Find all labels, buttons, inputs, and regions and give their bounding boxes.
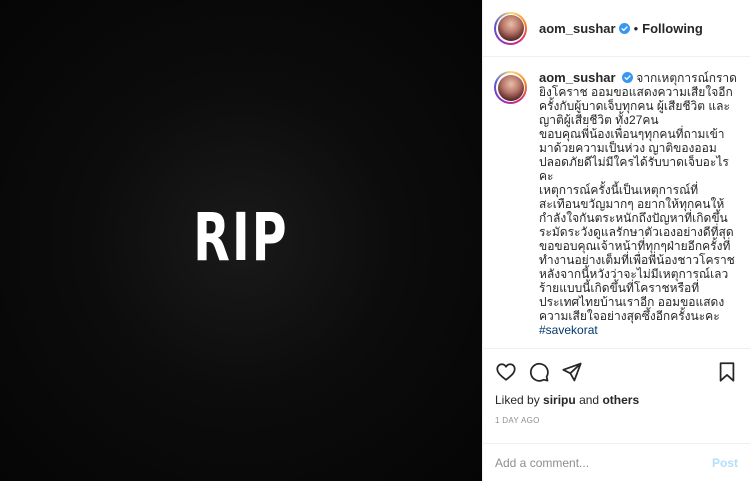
liked-by-others-link[interactable]: others [602,393,639,407]
post-actions: Liked by siripu and others 1 DAY AGO [483,348,750,425]
liked-by-user-link[interactable]: siripu [543,393,576,407]
caption-text: จากเหตุการณ์กราดยิงโคราช ออมขอแสดงความเส… [539,71,737,323]
instagram-post: RIP aom_sushar • Following aom_sushar จา… [0,0,750,481]
caption: aom_sushar จากเหตุการณ์กราดยิงโคราช ออมข… [494,71,738,348]
post-date[interactable]: 1 DAY AGO [495,416,738,425]
caption-avatar-frame [496,73,525,102]
likes-prefix: Liked by [495,393,540,407]
action-icons-row [495,355,738,389]
header-separator: • [633,20,639,36]
caption-avatar-photo [497,74,524,101]
post-image[interactable]: RIP [0,0,482,481]
following-button[interactable]: Following [642,21,703,36]
bookmark-icon[interactable] [716,361,738,383]
share-icon[interactable] [561,361,583,383]
likes-conj: and [579,393,600,407]
hashtag-link[interactable]: #savekorat [539,323,738,337]
comments-section: aom_sushar จากเหตุการณ์กราดยิงโคราช ออมข… [483,57,750,348]
post-comment-button[interactable]: Post [712,456,738,470]
likes-summary: Liked by siripu and others [495,393,738,407]
caption-avatar[interactable] [494,71,527,104]
comment-input[interactable] [495,455,712,470]
comment-icon[interactable] [528,361,550,383]
avatar[interactable] [494,11,527,45]
add-comment-bar: Post [483,443,750,481]
header-username[interactable]: aom_sushar [539,21,616,36]
caption-verified-icon [621,72,633,83]
avatar-frame [496,13,525,43]
avatar-photo [497,15,524,41]
caption-body: aom_sushar จากเหตุการณ์กราดยิงโคราช ออมข… [539,71,738,348]
heart-icon[interactable] [495,361,517,383]
post-header: aom_sushar • Following [483,0,750,57]
caption-username[interactable]: aom_sushar [539,70,616,85]
post-side-panel: aom_sushar • Following aom_sushar จากเหต… [482,0,750,481]
image-text: RIP [193,199,289,276]
verified-badge-icon [618,22,630,34]
